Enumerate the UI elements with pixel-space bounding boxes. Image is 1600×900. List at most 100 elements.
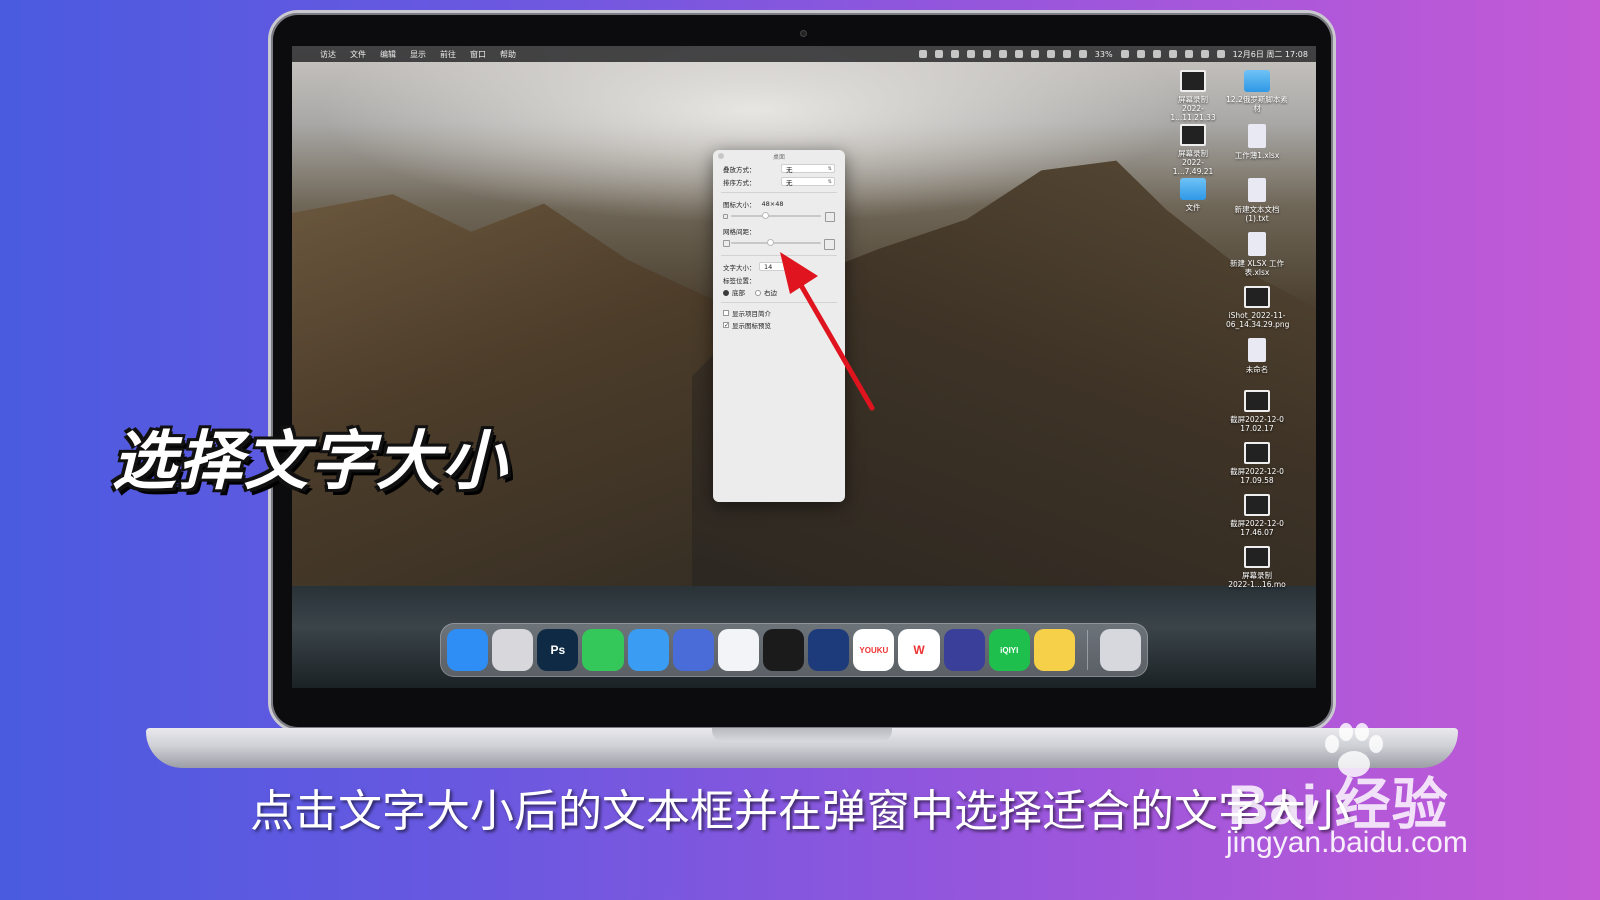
radio-unselected[interactable] (755, 290, 761, 296)
dock-app-launchpad-icon[interactable] (492, 629, 534, 671)
status-app-icon[interactable] (998, 50, 1007, 58)
dock-app-photoshop-icon[interactable]: Ps (537, 629, 579, 671)
arrow-head (780, 252, 818, 294)
desktop-icon-label: 新建 XLSX 工作表.xlsx (1230, 259, 1284, 277)
watermark-url: jingyan.baidu.com (1226, 826, 1468, 859)
desktop-icon-xlsx[interactable]: 新建 XLSX 工作表.xlsx (1226, 232, 1288, 277)
desktop-icon-label: iShot_2022-11-06_14.34.29.png (1226, 311, 1290, 329)
desktop-icon-screen-recording[interactable]: 屏幕录制 2022-1...7.49.21 (1162, 124, 1224, 176)
icon-size-slider[interactable] (731, 212, 821, 220)
dock-app-messages-icon[interactable] (582, 629, 624, 671)
slider-knob[interactable] (767, 239, 774, 246)
close-icon[interactable] (718, 153, 724, 159)
menu-edit[interactable]: 编辑 (380, 49, 396, 60)
desktop-icon-png[interactable]: iShot_2022-11-06_14.34.29.png (1226, 286, 1290, 329)
desktop-icon-folder[interactable]: 文件 (1162, 178, 1224, 212)
document-icon (1248, 124, 1266, 148)
dock-app-trash-icon[interactable] (1099, 629, 1142, 671)
dock-app-lark-icon[interactable] (717, 629, 759, 671)
grid-small-icon (723, 240, 730, 247)
stack-by-value: 无 (786, 165, 793, 174)
menu-window[interactable]: 窗口 (470, 49, 486, 60)
dock-separator (1086, 630, 1088, 670)
dock-app-finder-icon[interactable] (447, 629, 489, 671)
show-preview-text: 显示图标预览 (732, 322, 771, 330)
desktop-icon-screenshot[interactable]: 截屏2022-12-0 17.02.17 (1226, 390, 1288, 433)
dock-app-infuse-icon[interactable] (808, 629, 850, 671)
large-icon-icon (825, 212, 835, 222)
step-title: 选择文字大小 (112, 425, 508, 499)
desktop-icon-untitled[interactable]: 未命名 (1226, 338, 1288, 374)
status-app-icon[interactable] (1168, 50, 1177, 58)
desktop-icon-folder[interactable]: 12.2俄罗斯脚本素材 (1226, 70, 1288, 113)
screenshot-file-icon (1180, 70, 1206, 92)
slider-knob[interactable] (761, 212, 769, 219)
red-arrow-annotation (780, 252, 875, 411)
wifi-icon[interactable] (1136, 50, 1145, 58)
dock-app-iqiyi-icon[interactable]: iQIYI (988, 629, 1030, 671)
icon-size-row: 图标大小： 48×48 (713, 197, 845, 210)
checkbox-unchecked[interactable] (723, 310, 729, 316)
grid-spacing-label: 网格间距： (723, 227, 756, 236)
dock: Ps YOUKU WiQIYI (440, 623, 1148, 677)
desktop-icon-screen-recording[interactable]: 屏幕录制 2022-1...16.mo (1226, 546, 1288, 589)
desktop-icon-screenshot[interactable]: 截屏2022-12-0 17.46.07 (1226, 494, 1288, 537)
checkbox-checked[interactable]: ✓ (723, 322, 729, 329)
desktop-icon-xlsx[interactable]: 工作薄1.xlsx (1226, 124, 1288, 160)
icon-size-label: 图标大小： (723, 200, 756, 209)
dock-app-label: YOUKU (859, 645, 889, 655)
screenshot-file-icon (1180, 124, 1206, 146)
dock-app-safari-icon[interactable] (627, 629, 669, 671)
sort-by-select[interactable]: 无 ⇅ (781, 177, 835, 187)
stack-by-select[interactable]: 无 ⇅ (781, 164, 835, 174)
battery-icon[interactable] (1120, 50, 1129, 58)
sort-by-value: 无 (786, 178, 793, 187)
menubar-clock[interactable]: 12月6日 周二 17:08 (1233, 49, 1308, 60)
slider-track (731, 242, 821, 244)
status-app-icon[interactable] (950, 50, 959, 58)
desktop-icon-screenshot[interactable]: 截屏2022-12-0 17.09.58 (1226, 442, 1288, 485)
chevron-updown-icon: ⇅ (827, 165, 832, 172)
dock-app-qq-icon[interactable] (762, 629, 805, 671)
divider (721, 192, 837, 193)
status-area: 33% 12月6日 周二 17:08 (918, 49, 1308, 60)
menu-help[interactable]: 帮助 (500, 49, 516, 60)
show-info-text: 显示项目简介 (732, 310, 771, 318)
desktop-icon-label: 工作薄1.xlsx (1234, 151, 1280, 160)
status-bell-icon[interactable] (966, 50, 975, 58)
dock-app-wps-icon[interactable]: W (898, 629, 940, 671)
spotlight-search-icon[interactable] (1184, 50, 1193, 58)
screenshot-file-icon (1244, 546, 1270, 568)
bluetooth-icon[interactable] (1078, 50, 1087, 58)
window-titlebar: 桌面 (713, 150, 845, 162)
desktop-icon-txt[interactable]: 新建文本文档 (1).txt (1226, 178, 1288, 223)
menu-finder[interactable]: 访达 (320, 49, 336, 60)
text-size-label: 文字大小： (723, 263, 756, 272)
menu-view[interactable]: 显示 (410, 49, 426, 60)
control-center-icon[interactable] (1200, 50, 1209, 58)
desktop-icon-screen-recording[interactable]: 屏幕录制 2022-1...11.21.33 (1162, 70, 1224, 122)
status-app-icon[interactable] (982, 50, 991, 58)
dock-app-shortcuts-icon[interactable] (943, 629, 985, 671)
status-bolt-icon[interactable] (1030, 50, 1039, 58)
status-app-icon[interactable] (1062, 50, 1071, 58)
radio-selected[interactable] (723, 290, 729, 296)
chevron-updown-icon: ⇅ (827, 178, 832, 185)
status-app-icon[interactable] (1014, 50, 1023, 58)
status-app-icon[interactable] (934, 50, 943, 58)
menu-file[interactable]: 文件 (350, 49, 366, 60)
status-record-icon[interactable] (918, 50, 927, 58)
status-app-icon[interactable] (1046, 50, 1055, 58)
status-app-icon[interactable] (1152, 50, 1161, 58)
desktop-icon-label: 屏幕录制 2022-1...7.49.21 (1172, 149, 1214, 176)
desktop-icon-label: 12.2俄罗斯脚本素材 (1226, 95, 1288, 113)
window-title: 桌面 (772, 153, 785, 161)
dock-app-youku-icon[interactable]: YOUKU (853, 629, 895, 671)
label-bottom-option[interactable]: 底部 (723, 287, 745, 297)
menu-go[interactable]: 前往 (440, 49, 456, 60)
siri-icon[interactable] (1216, 50, 1225, 58)
dock-app-quicktime-icon[interactable] (672, 629, 714, 671)
dock-app-notes-icon[interactable] (1033, 629, 1075, 671)
stack-by-label: 叠放方式： (723, 165, 756, 174)
laptop-notch (712, 728, 892, 742)
